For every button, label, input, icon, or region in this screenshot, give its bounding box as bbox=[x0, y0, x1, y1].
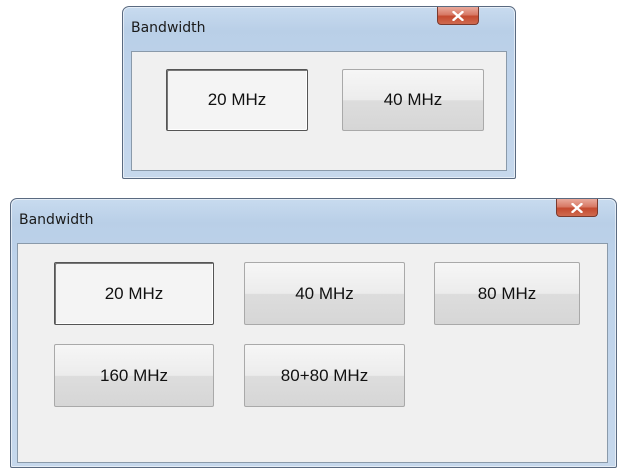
close-icon bbox=[571, 202, 583, 213]
bandwidth-40mhz-button[interactable]: 40 MHz bbox=[244, 262, 405, 325]
bandwidth-160mhz-button[interactable]: 160 MHz bbox=[54, 344, 214, 407]
bandwidth-20mhz-button[interactable]: 20 MHz bbox=[54, 262, 214, 325]
dialog-title: Bandwidth bbox=[19, 212, 94, 228]
bandwidth-dialog-large: Bandwidth 20 MHz 40 MHz 80 MHz 160 MHz 8… bbox=[10, 198, 617, 468]
close-button[interactable] bbox=[437, 7, 479, 25]
bandwidth-40mhz-button[interactable]: 40 MHz bbox=[342, 69, 484, 131]
close-button[interactable] bbox=[556, 199, 598, 217]
close-icon bbox=[452, 10, 464, 21]
bandwidth-20mhz-button[interactable]: 20 MHz bbox=[166, 69, 308, 131]
bandwidth-dialog-small: Bandwidth 20 MHz 40 MHz bbox=[122, 6, 516, 179]
dialog-client-area: 20 MHz 40 MHz bbox=[131, 51, 507, 171]
bandwidth-80plus80mhz-button[interactable]: 80+80 MHz bbox=[244, 344, 405, 407]
dialog-client-area: 20 MHz 40 MHz 80 MHz 160 MHz 80+80 MHz bbox=[17, 243, 608, 463]
bandwidth-80mhz-button[interactable]: 80 MHz bbox=[434, 262, 580, 325]
dialog-title: Bandwidth bbox=[131, 20, 206, 36]
